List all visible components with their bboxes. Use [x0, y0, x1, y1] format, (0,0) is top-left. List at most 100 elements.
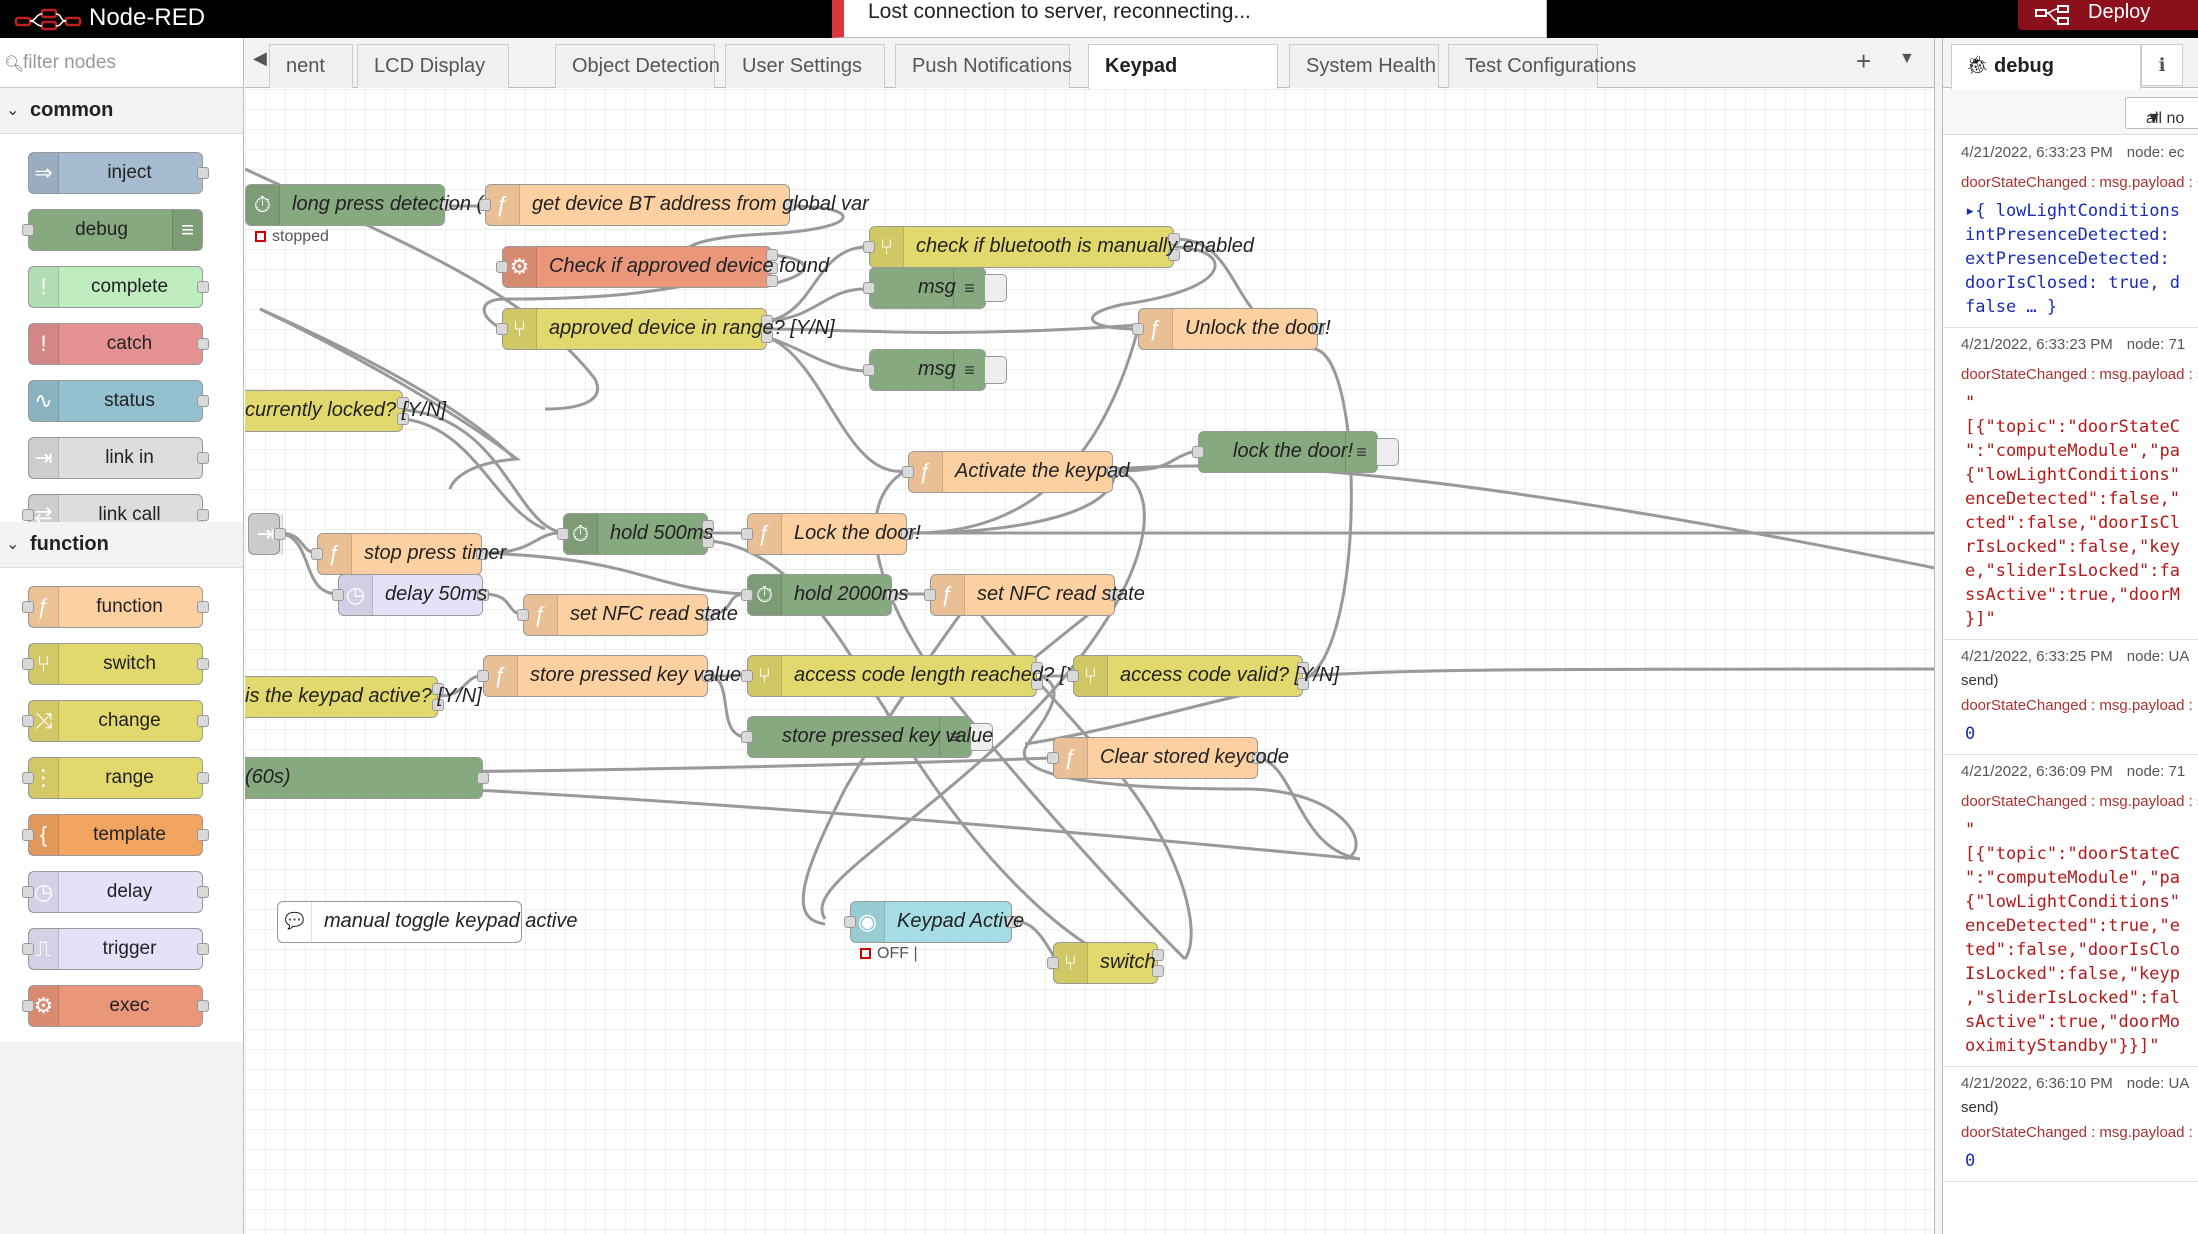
debug-payload[interactable]: 0 [1965, 722, 2198, 746]
add-flow-icon[interactable]: + [1856, 46, 1871, 77]
input-port[interactable] [557, 528, 569, 540]
palette-node-debug[interactable]: ≡ debug [22, 209, 203, 251]
flow-node-currently-locked-y-n[interactable]: ⑂currently locked? [Y/N] [245, 390, 446, 432]
flow-menu-chevron-icon[interactable]: ▼ [1899, 50, 1915, 68]
input-port[interactable] [517, 609, 529, 621]
debug-message[interactable]: 4/21/2022, 6:36:10 PM node: UA send) doorSt… [1943, 1067, 2198, 1182]
flow-node-manual-toggle-keypad-active[interactable]: 💬 manual toggle keypad active [277, 901, 578, 943]
flow-node-approved-device-in-range-y-n[interactable]: ⑂ approved device in range? [Y/N] [496, 308, 835, 350]
input-port[interactable] [741, 731, 753, 743]
flow-node-is-the-keypad-active-y-n[interactable]: ⑂is the keypad active? [Y/N] [245, 676, 482, 718]
output-port[interactable] [197, 338, 209, 350]
debug-payload[interactable]: ▸{ lowLightConditions intPresenceDetecte… [1965, 199, 2198, 319]
debug-filter-button[interactable]: ▼ all no [2125, 97, 2198, 129]
input-port[interactable] [1132, 323, 1144, 335]
flow-node-check-if-bluetooth-is-manually-enabled[interactable]: ⑂ check if bluetooth is manually enabled [863, 226, 1254, 268]
output-port[interactable] [197, 943, 209, 955]
input-port[interactable] [741, 670, 753, 682]
input-port[interactable] [863, 241, 875, 253]
tab-object-detection[interactable]: Object Detection [555, 44, 720, 88]
debug-node-link[interactable]: node: ec [2127, 144, 2185, 161]
input-port[interactable] [332, 589, 344, 601]
palette-node-status[interactable]: ∿ status [28, 380, 209, 422]
output-port[interactable] [197, 281, 209, 293]
output-port[interactable] [197, 658, 209, 670]
debug-message[interactable]: 4/21/2022, 6:33:23 PM node: 71 doorStateCh… [1943, 328, 2198, 640]
flow-node-keypad-active[interactable]: ◉ Keypad Active [844, 901, 1024, 943]
debug-payload[interactable]: " [{"topic":"doorStateC ":"computeModule… [1965, 818, 2198, 1058]
sidebar-splitter[interactable] [1934, 38, 1942, 1234]
input-port[interactable] [496, 261, 508, 273]
palette-node-exec[interactable]: ⚙ exec [22, 985, 209, 1027]
flow-workspace[interactable]: ⏱ long press detection (2000ms) stopped ƒ ge… [245, 89, 1940, 1234]
input-port[interactable] [844, 916, 856, 928]
palette-node-template[interactable]: {template [22, 814, 209, 856]
input-port[interactable] [496, 323, 508, 335]
tab-push-notifications[interactable]: Push Notifications [895, 44, 1072, 88]
input-port[interactable] [741, 589, 753, 601]
tab-debug[interactable]: 🐞︎ debug [1951, 44, 2141, 89]
palette-node-delay[interactable]: ◷ delay [22, 871, 209, 913]
input-port[interactable] [22, 772, 34, 784]
debug-node-link[interactable]: node: 71 [2127, 763, 2185, 780]
flow-node-access-code-valid-y-n[interactable]: ⑂ access code valid? [Y/N] [1067, 655, 1339, 697]
input-port[interactable] [22, 658, 34, 670]
output-port[interactable] [197, 886, 209, 898]
flow-node-store-pressed-key-value[interactable]: ƒ store pressed key value [477, 655, 741, 697]
output-port[interactable] [197, 167, 209, 179]
flow-node-unlock-the-door[interactable]: ƒ Unlock the door! [1132, 308, 1331, 350]
input-port[interactable] [1192, 446, 1204, 458]
flow-node-delay-50ms[interactable]: ◷ delay 50ms [332, 574, 489, 616]
tab-keypad[interactable]: Keypad [1088, 44, 1278, 89]
flow-node-check-if-approved-device-found[interactable]: ⚙ Check if approved device found [496, 246, 829, 288]
debug-message[interactable]: 4/21/2022, 6:36:09 PM node: 71 doorStateCh… [1943, 755, 2198, 1067]
palette-node-switch[interactable]: ⑂ switch [22, 643, 209, 685]
flow-node-switch[interactable]: ⑂ switch [1047, 942, 1164, 984]
scroll-tabs-left-icon[interactable]: ◀ [253, 48, 267, 69]
flow-node-set-nfc-read-state[interactable]: ƒ set NFC read state [924, 574, 1145, 616]
flow-node-clear-stored-keycode[interactable]: ƒ Clear stored keycode [1047, 737, 1289, 779]
debug-payload[interactable]: " [{"topic":"doorStateC ":"computeModule… [1965, 391, 2198, 631]
output-port[interactable] [197, 601, 209, 613]
input-port[interactable] [477, 670, 489, 682]
input-port[interactable] [22, 715, 34, 727]
flow-node-hold-500ms[interactable]: ⏱ hold 500ms [557, 513, 714, 555]
flow-node-long-press-detection-2000ms[interactable]: ⏱ long press detection (2000ms) [245, 184, 561, 226]
input-port[interactable] [863, 364, 875, 376]
output-port[interactable] [197, 829, 209, 841]
debug-toggle-button[interactable] [1377, 438, 1399, 466]
palette-node-trigger[interactable]: ⎍ trigger [22, 928, 209, 970]
flow-node-hold-2000ms[interactable]: ⏱ hold 2000ms [741, 574, 909, 616]
tab-test-configurations[interactable]: Test Configurations [1448, 44, 1636, 88]
debug-node-link[interactable]: node: UA [2127, 1075, 2190, 1092]
debug-payload[interactable]: 0 [1965, 1149, 2198, 1173]
output-port[interactable] [197, 452, 209, 464]
flow-node-access-code-length-reached-y[interactable]: ⑂ access code length reached? [Y] [741, 655, 1084, 697]
debug-message[interactable]: 4/21/2022, 6:33:23 PM node: ec doorStateCh… [1943, 136, 2198, 328]
flow-node-msg[interactable]: ≡ msg [863, 349, 1007, 391]
input-port[interactable] [1047, 752, 1059, 764]
palette-category-common[interactable]: ⌄ common [0, 88, 243, 134]
flow-node-set-nfc-read-state[interactable]: ƒ set NFC read state [517, 594, 738, 636]
palette-node-link-in[interactable]: ⇥ link in [28, 437, 209, 479]
debug-node-link[interactable]: node: UA [2127, 648, 2190, 665]
input-port[interactable] [311, 548, 323, 560]
output-port[interactable] [197, 715, 209, 727]
output-port[interactable] [274, 528, 286, 540]
input-port[interactable] [22, 829, 34, 841]
flow-node-store-pressed-key-value[interactable]: ≡ store pressed key value [741, 716, 993, 758]
output-port[interactable] [197, 1000, 209, 1012]
input-port[interactable] [863, 282, 875, 294]
palette-category-function[interactable]: ⌄ function [0, 522, 243, 568]
debug-message[interactable]: 4/21/2022, 6:33:25 PM node: UA send) doorSt… [1943, 640, 2198, 755]
flow-node--60s[interactable]: ⏱(60s) [245, 757, 489, 799]
input-port[interactable] [22, 1000, 34, 1012]
palette-node-range[interactable]: ⋮ range [22, 757, 209, 799]
flow-node-stop-press-timer[interactable]: ƒ stop press timer [311, 533, 506, 575]
tab-lcd-display[interactable]: LCD Display [357, 44, 509, 88]
input-port[interactable] [924, 589, 936, 601]
flow-node-activate-the-keypad[interactable]: ƒ Activate the keypad [902, 451, 1130, 493]
input-port[interactable] [1067, 670, 1079, 682]
input-port[interactable] [479, 199, 491, 211]
deploy-button[interactable]: Deploy [2018, 0, 2198, 30]
